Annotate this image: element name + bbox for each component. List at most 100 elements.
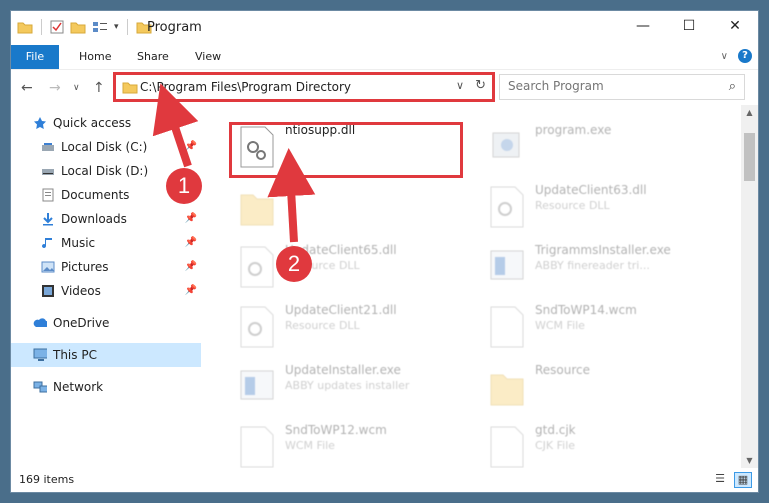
address-row: ← → ∨ ↑ C:\Program Files\Program Directo…: [11, 69, 758, 106]
ribbon-tabs: File Home Share View ∨ ?: [11, 45, 758, 101]
star-icon: [34, 117, 46, 129]
file-item-ntiosupp[interactable]: ntiosupp.dll: [231, 115, 471, 171]
nav-music[interactable]: Music 📌: [11, 231, 201, 255]
file-type: Resource DLL: [535, 199, 610, 212]
documents-icon: [42, 188, 54, 202]
ribbon-right-controls: ∨ ?: [721, 49, 752, 63]
file-name: SndToWP12.wcm: [285, 423, 387, 437]
file-name: SndToWP14.wcm: [535, 303, 637, 317]
file-item-updateclient63[interactable]: UpdateClient63.dll Resource DLL: [481, 175, 721, 231]
file-type: ABBY finereader tri...: [535, 259, 650, 272]
address-dropdown[interactable]: ∨: [456, 79, 464, 92]
file-type: Resource DLL: [285, 319, 360, 332]
explorer-window: ▾ Program — ☐ ✕ File Home Share View ∨ ?…: [10, 10, 759, 493]
folder-icon: [240, 194, 274, 226]
nav-local-disk-c[interactable]: Local Disk (C:) 📌: [11, 135, 201, 159]
file-item-updateinstaller[interactable]: UpdateInstaller.exe ABBY updates install…: [231, 355, 471, 411]
scroll-down-arrow[interactable]: ▼: [741, 453, 758, 469]
file-type: ABBY updates installer: [285, 379, 410, 392]
toolbar-separator: [41, 19, 42, 35]
pin-icon[interactable]: 📌: [185, 255, 197, 279]
nav-label: Local Disk (C:): [61, 140, 148, 154]
file-item-folder[interactable]: [231, 175, 471, 231]
nav-downloads[interactable]: Downloads 📌: [11, 207, 201, 231]
file-name: UpdateClient21.dll: [285, 303, 397, 317]
expand-ribbon-icon[interactable]: ∨: [721, 51, 728, 62]
nav-label: Pictures: [61, 260, 109, 274]
file-name: UpdateClient63.dll: [535, 183, 647, 197]
search-input[interactable]: [506, 78, 710, 94]
nav-videos[interactable]: Videos 📌: [11, 279, 201, 303]
pin-icon[interactable]: 📌: [185, 135, 197, 159]
details-view-icon[interactable]: ☰: [712, 472, 728, 486]
window-controls: — ☐ ✕: [620, 11, 758, 41]
file-name: Resource: [535, 363, 591, 377]
exe-file-icon: [492, 132, 520, 158]
view-options-icon[interactable]: [92, 20, 108, 34]
installer-icon: [490, 250, 524, 280]
address-path[interactable]: C:\Program Files\Program Directory: [140, 80, 351, 94]
drive-icon: [42, 169, 54, 175]
step-badge-2: 2: [276, 246, 312, 282]
nav-label: Downloads: [61, 212, 127, 226]
file-item-sndtowp12[interactable]: SndToWP12.wcm WCM File: [231, 415, 471, 471]
properties-icon[interactable]: [50, 20, 64, 34]
file-type: WCM File: [535, 319, 585, 332]
file-item-updateclient21[interactable]: UpdateClient21.dll Resource DLL: [231, 295, 471, 351]
nav-this-pc[interactable]: This PC: [11, 343, 201, 367]
search-box[interactable]: ⌕: [499, 74, 745, 100]
recent-locations-dropdown[interactable]: ∨: [73, 83, 80, 93]
file-list: ntiosupp.dll program.exe UpdateClient63.…: [211, 105, 739, 469]
search-icon[interactable]: ⌕: [729, 79, 736, 94]
help-icon[interactable]: ?: [738, 49, 752, 63]
nav-label: Documents: [61, 188, 130, 202]
nav-label: OneDrive: [53, 316, 110, 330]
generic-file-icon: [240, 426, 274, 468]
generic-file-icon: [490, 306, 524, 348]
nav-pictures[interactable]: Pictures 📌: [11, 255, 201, 279]
file-item-gtd-cjk[interactable]: gtd.cjk CJK File: [481, 415, 721, 471]
tab-share[interactable]: Share: [137, 45, 169, 69]
folder-icon: [17, 22, 33, 34]
maximize-button[interactable]: ☐: [666, 11, 712, 41]
file-item-updateclient65[interactable]: UpdateClient65.dll Resource DLL: [231, 235, 471, 291]
minimize-button[interactable]: —: [620, 11, 666, 41]
up-button[interactable]: ↑: [93, 80, 105, 96]
file-item-trigrammsinstaller[interactable]: TrigrammsInstaller.exe ABBY finereader t…: [481, 235, 721, 291]
nav-label: Videos: [61, 284, 101, 298]
cloud-icon: [33, 318, 47, 327]
refresh-icon[interactable]: ↻: [475, 78, 486, 93]
item-count: 169 items: [19, 473, 75, 486]
status-bar: 169 items ☰ ▦: [11, 468, 758, 492]
network-icon: [33, 381, 47, 393]
videos-icon: [42, 285, 54, 297]
close-button[interactable]: ✕: [712, 11, 758, 41]
nav-onedrive[interactable]: OneDrive: [11, 311, 201, 335]
back-button[interactable]: ←: [21, 80, 33, 96]
scroll-thumb[interactable]: [744, 133, 755, 181]
tab-view[interactable]: View: [195, 45, 221, 69]
file-name: TrigrammsInstaller.exe: [535, 243, 671, 257]
scroll-up-arrow[interactable]: ▲: [741, 105, 758, 121]
view-toggle: ☰ ▦: [712, 472, 752, 488]
vertical-scrollbar[interactable]: ▲ ▼: [741, 105, 758, 469]
file-item-resource-folder[interactable]: Resource: [481, 355, 721, 411]
tiles-view-icon[interactable]: ▦: [734, 472, 752, 488]
pin-icon[interactable]: 📌: [185, 207, 197, 231]
tab-home[interactable]: Home: [79, 45, 111, 69]
nav-label: Music: [61, 236, 96, 250]
new-folder-icon[interactable]: [70, 20, 86, 34]
dll-file-icon: [240, 306, 274, 348]
pin-icon[interactable]: 📌: [185, 231, 197, 255]
file-item-sndtowp14[interactable]: SndToWP14.wcm WCM File: [481, 295, 721, 351]
nav-network[interactable]: Network: [11, 375, 201, 399]
file-item-program-exe[interactable]: program.exe: [481, 115, 721, 171]
nav-label: Quick access: [53, 116, 132, 130]
forward-button[interactable]: →: [49, 80, 61, 96]
nav-quick-access[interactable]: Quick access: [11, 111, 201, 135]
customize-qat-dropdown[interactable]: ▾: [114, 22, 119, 32]
title-bar: ▾ Program — ☐ ✕: [11, 11, 758, 45]
pin-icon[interactable]: 📌: [185, 279, 197, 303]
address-bar[interactable]: C:\Program Files\Program Directory ∨ ↻: [115, 74, 493, 100]
file-name: gtd.cjk: [535, 423, 576, 437]
